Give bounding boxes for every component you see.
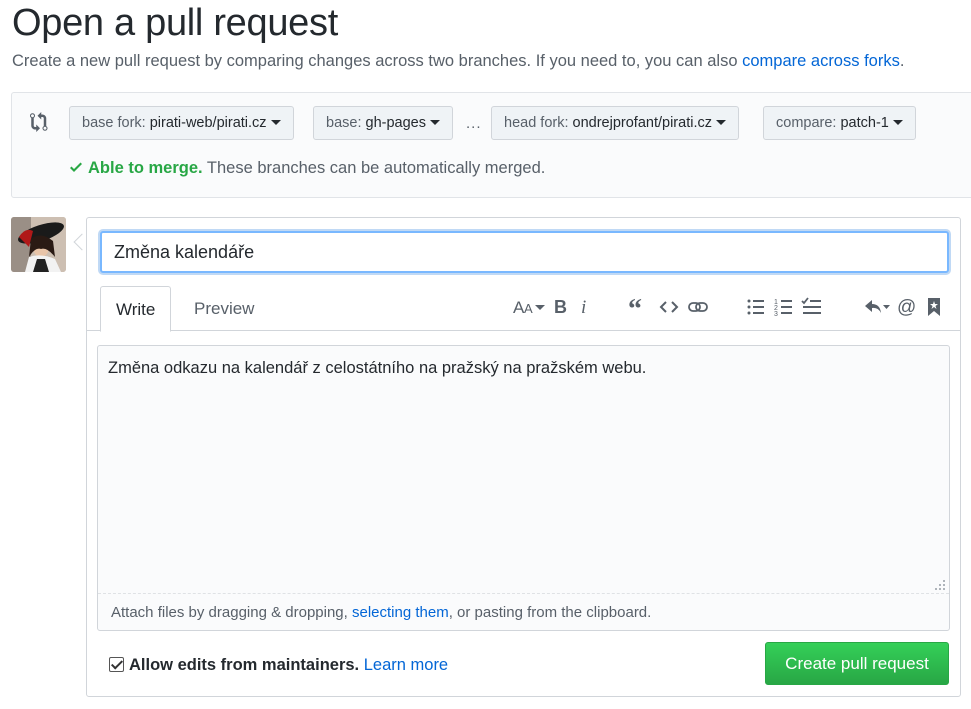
caret-down-icon [715, 119, 726, 125]
text-size-icon[interactable]: AA [511, 296, 547, 318]
bold-icon[interactable]: B [553, 296, 569, 318]
create-pull-request-button[interactable]: Create pull request [765, 642, 949, 685]
title-input[interactable] [100, 231, 949, 273]
attach-suffix: , or pasting from the clipboard. [448, 604, 652, 621]
tab-write[interactable]: Write [100, 286, 172, 332]
allow-edits-label[interactable]: Allow edits from maintainers. [129, 656, 359, 674]
compare-across-forks-link[interactable]: compare across forks [742, 52, 900, 70]
base-value: gh-pages [365, 115, 426, 131]
caret-down-icon [270, 119, 281, 125]
attach-files-hint: Attach files by dragging & dropping, sel… [111, 604, 651, 621]
pull-request-form: Write Preview AA B i “ 123 @ Změna odkaz… [86, 217, 961, 697]
editor-divider [98, 593, 949, 594]
base-fork-value: pirati-web/pirati.cz [149, 115, 267, 131]
range-separator: ... [466, 115, 482, 132]
code-icon[interactable] [659, 296, 679, 318]
compare-branch-select[interactable]: compare: patch-1 [763, 106, 916, 140]
allow-edits-row: Allow edits from maintainers. Learn more [109, 656, 448, 675]
head-fork-select[interactable]: head fork: ondrejprofant/pirati.cz [491, 106, 739, 140]
caret-down-icon [429, 119, 440, 125]
base-fork-select[interactable]: base fork: pirati-web/pirati.cz [69, 106, 294, 140]
svg-text:i: i [581, 297, 586, 318]
ordered-list-icon[interactable]: 123 [774, 296, 794, 318]
page-title: Open a pull request [12, 2, 338, 44]
merge-ok-text: Able to merge. [88, 159, 203, 177]
link-icon[interactable] [687, 296, 709, 318]
svg-text:A: A [524, 301, 533, 316]
mention-icon[interactable]: @ [897, 296, 917, 318]
head-fork-label: head fork: [504, 115, 569, 131]
base-branch-select[interactable]: base: gh-pages [313, 106, 453, 140]
italic-icon[interactable]: i [579, 296, 591, 318]
attach-prefix: Attach files by dragging & dropping, [111, 604, 348, 621]
select-files-link[interactable]: selecting them [352, 604, 449, 621]
subtitle-text: Create a new pull request by comparing c… [12, 52, 738, 70]
comment-body-text: Změna odkazu na kalendář z celostátního … [108, 359, 647, 377]
allow-edits-checkbox[interactable] [109, 657, 124, 672]
git-compare-icon [30, 112, 50, 132]
learn-more-link[interactable]: Learn more [364, 656, 448, 674]
quote-icon[interactable]: “ [628, 296, 648, 318]
avatar[interactable] [11, 217, 66, 272]
head-fork-value: ondrejprofant/pirati.cz [572, 115, 712, 131]
base-fork-label: base fork: [82, 115, 146, 131]
task-list-icon[interactable] [801, 296, 823, 318]
svg-text:3: 3 [774, 311, 778, 318]
reply-icon[interactable] [863, 296, 891, 318]
compare-value: patch-1 [840, 115, 889, 131]
unordered-list-icon[interactable] [746, 296, 766, 318]
svg-text:B: B [554, 297, 567, 317]
merge-status: Able to merge. These branches can be aut… [68, 159, 545, 178]
subtitle-end: . [899, 52, 905, 70]
svg-text:@: @ [897, 297, 916, 318]
caret-down-icon [892, 119, 903, 125]
comment-body-textarea[interactable]: Změna odkazu na kalendář z celostátního … [97, 345, 950, 631]
check-icon [68, 159, 84, 175]
svg-text:“: “ [628, 296, 642, 318]
compare-range-box: base fork: pirati-web/pirati.cz base: gh… [11, 92, 971, 198]
compare-label: compare: [776, 115, 837, 131]
base-label: base: [326, 115, 362, 131]
page-subtitle: Create a new pull request by comparing c… [12, 52, 904, 71]
merge-status-text: These branches can be automatically merg… [206, 159, 546, 177]
bookmark-icon[interactable] [927, 296, 941, 318]
tab-preview[interactable]: Preview [179, 286, 269, 331]
resize-grip-icon[interactable] [934, 578, 946, 590]
